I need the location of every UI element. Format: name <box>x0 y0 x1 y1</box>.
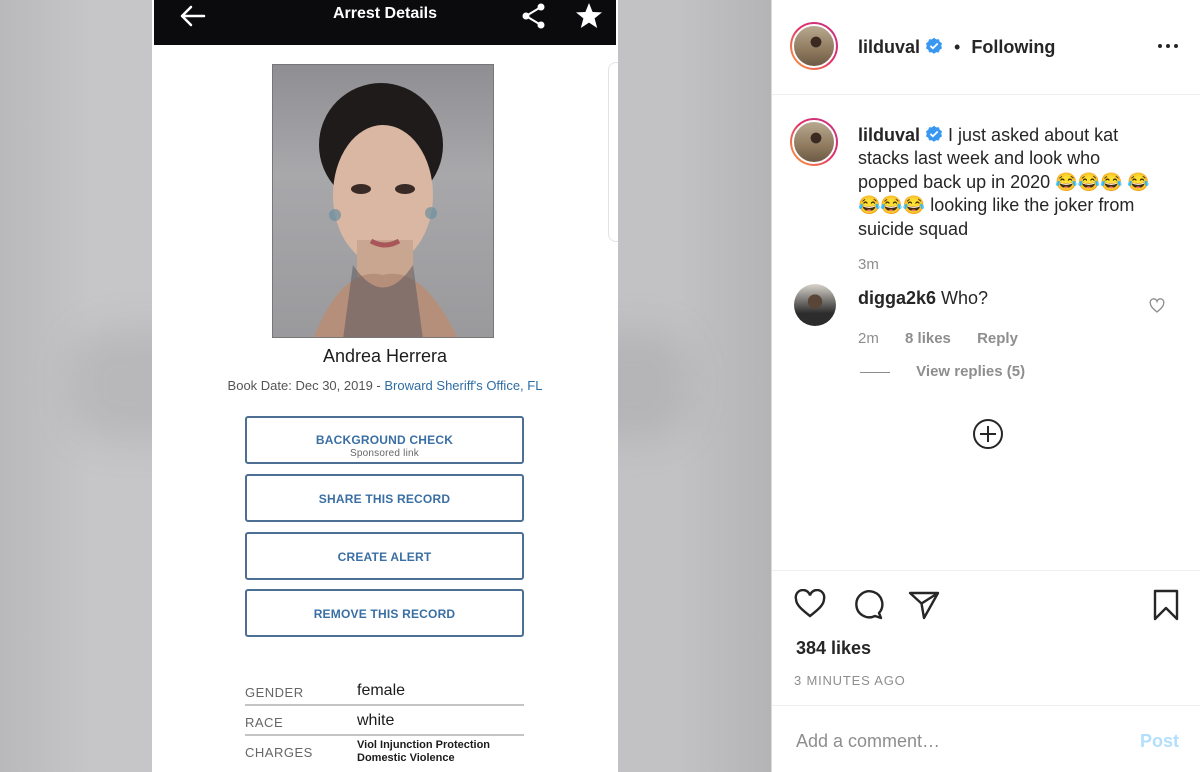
mugshot-illustration <box>313 83 457 337</box>
agency-link: Broward Sheriff's Office, FL <box>384 378 543 393</box>
comment-meta: 2m 8 likes Reply <box>858 330 1040 347</box>
view-replies-button[interactable]: View replies (5) <box>860 363 1025 380</box>
book-date: Book Date: Dec 30, 2019 - <box>227 378 381 393</box>
comment-likes[interactable]: 8 likes <box>905 330 951 347</box>
charges-value: Viol Injunction Protection Domestic Viol… <box>357 739 491 764</box>
caption-username[interactable]: lilduval <box>858 125 920 145</box>
likes-count[interactable]: 384 likes <box>796 638 871 659</box>
reply-button[interactable]: Reply <box>977 330 1018 347</box>
avatar[interactable] <box>790 22 838 70</box>
star-icon <box>576 3 602 28</box>
send-icon[interactable] <box>908 589 940 621</box>
comment-time: 2m <box>858 330 879 347</box>
post-header: lilduval • Following <box>772 0 1200 95</box>
remove-record-button: REMOVE THIS RECORD <box>245 589 524 637</box>
comment-icon[interactable] <box>852 589 884 621</box>
following-button[interactable]: Following <box>971 37 1055 57</box>
phone-screenshot: Arrest Details Andrea Herrera Book Date:… <box>152 0 618 772</box>
charges-key: CHARGES <box>245 745 313 760</box>
heart-icon[interactable] <box>794 589 826 619</box>
bookmark-icon[interactable] <box>1152 589 1180 621</box>
post-actions: 384 likes 3 MINUTES AGO Post <box>772 570 1200 772</box>
comment-text: digga2k6 Who? <box>858 288 988 309</box>
gender-key: GENDER <box>245 685 304 700</box>
comment-username[interactable]: digga2k6 <box>858 288 936 308</box>
background-check-label: BACKGROUND CHECK <box>315 433 454 447</box>
race-row: RACE white <box>245 706 524 736</box>
charges-row: CHARGES Viol Injunction Protection Domes… <box>245 736 524 772</box>
caption-avatar[interactable] <box>790 118 838 166</box>
post-button[interactable]: Post <box>1140 731 1179 752</box>
create-alert-button: CREATE ALERT <box>245 532 524 580</box>
post-time: 3 MINUTES AGO <box>794 673 906 688</box>
replies-divider <box>860 371 890 373</box>
background-check-button: BACKGROUND CHECK Sponsored link <box>245 416 524 464</box>
create-alert-label: CREATE ALERT <box>337 550 432 564</box>
scroll-hint <box>608 62 618 242</box>
verified-icon <box>926 37 943 54</box>
share-record-label: SHARE THIS RECORD <box>318 492 451 506</box>
gender-row: GENDER female <box>245 676 524 706</box>
mugshot-photo <box>272 64 494 338</box>
header-user-line: lilduval • Following <box>858 37 1055 58</box>
caption-text: lilduval I just asked about kat stacks l… <box>858 124 1158 241</box>
comment-box: Post <box>772 705 1200 772</box>
comment-avatar[interactable] <box>794 284 836 326</box>
post-image: Arrest Details Andrea Herrera Book Date:… <box>0 0 771 772</box>
book-date-line: Book Date: Dec 30, 2019 - Broward Sherif… <box>152 378 618 393</box>
view-replies-label: View replies (5) <box>916 363 1026 380</box>
phone-app-bar: Arrest Details <box>154 0 616 45</box>
more-icon[interactable] <box>1156 34 1180 58</box>
header-username[interactable]: lilduval <box>858 37 920 57</box>
race-value: white <box>357 712 395 729</box>
share-record-button: SHARE THIS RECORD <box>245 474 524 522</box>
separator-dot: • <box>954 37 961 57</box>
post-panel: lilduval • Following lilduval I just ask… <box>771 0 1200 772</box>
remove-record-label: REMOVE THIS RECORD <box>313 607 456 621</box>
race-key: RACE <box>245 715 284 730</box>
comment-body: Who? <box>941 288 989 308</box>
heart-icon[interactable] <box>1149 298 1165 314</box>
gender-value: female <box>357 682 406 699</box>
sponsored-link-label: Sponsored link <box>350 448 419 459</box>
person-name: Andrea Herrera <box>322 346 448 366</box>
verified-icon <box>926 125 943 142</box>
caption-time: 3m <box>858 256 879 273</box>
plus-circle-icon[interactable] <box>972 418 1004 450</box>
share-icon <box>522 3 545 29</box>
comment-input[interactable] <box>796 726 1096 756</box>
